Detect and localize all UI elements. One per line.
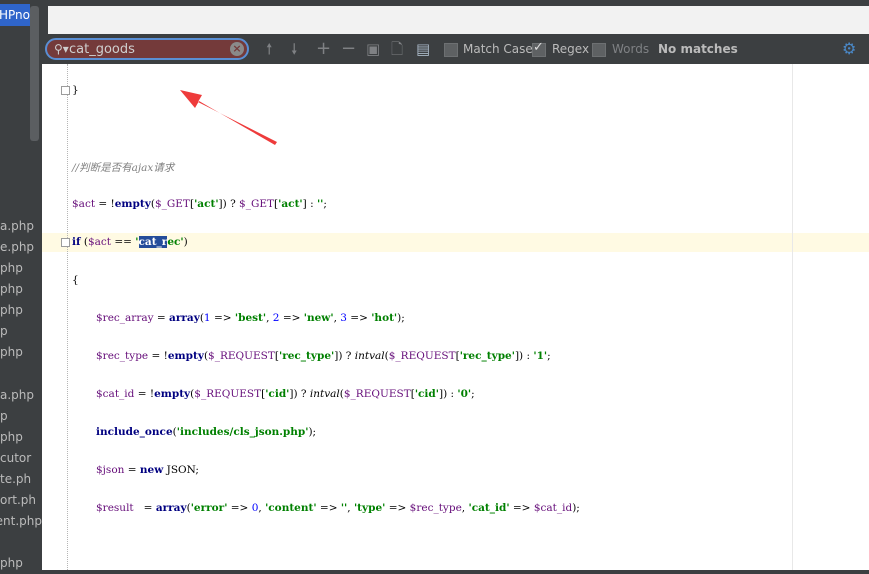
add-icon[interactable]: +	[316, 40, 331, 58]
file-item[interactable]: ent.php	[0, 511, 42, 531]
match-case-checkbox[interactable]	[444, 43, 458, 57]
editor-tab-bar	[42, 0, 869, 34]
words-checkbox[interactable]	[592, 43, 606, 57]
file-item[interactable]: e.php	[0, 237, 42, 257]
fold-marker[interactable]	[61, 238, 70, 247]
code-line: }	[72, 84, 79, 96]
file-item[interactable]: php	[0, 279, 42, 299]
code-line: include_once('includes/cls_json.php');	[96, 426, 317, 438]
right-margin	[792, 64, 793, 574]
file-item[interactable]: php	[0, 427, 42, 447]
search-input[interactable]	[69, 41, 229, 57]
filter-icon[interactable]: ▤	[416, 40, 430, 58]
code-line: $rec_type = !empty($_REQUEST['rec_type']…	[96, 350, 551, 362]
match-case-label[interactable]: Match Case	[463, 42, 533, 56]
find-bar: ⚲▾ × 🠕 🠗 + − ▣ 🗋 ▤ Match Case ✓ Regex Wo…	[42, 34, 869, 64]
file-item[interactable]: php	[0, 342, 42, 362]
regex-label[interactable]: Regex	[552, 42, 589, 56]
arrow-up-icon[interactable]: 🠕	[266, 40, 272, 58]
file-item[interactable]: p	[0, 406, 42, 426]
words-label[interactable]: Words	[612, 42, 649, 56]
checkmark-icon: ✓	[533, 40, 544, 55]
regex-checkbox[interactable]: ✓	[532, 40, 546, 57]
file-item[interactable]: p	[0, 321, 42, 341]
project-sidebar: HPno a.php e.php php php php p php a.php…	[0, 0, 42, 574]
code-line: $result = array('error' => 0, 'content' …	[96, 502, 580, 514]
file-item[interactable]: php	[0, 300, 42, 320]
search-box[interactable]: ⚲▾ ×	[45, 38, 249, 60]
code-line: $rec_array = array(1 => 'best', 2 => 'ne…	[96, 312, 405, 324]
remove-icon[interactable]: −	[341, 40, 356, 58]
code-line: {	[72, 274, 79, 286]
fold-marker[interactable]	[61, 86, 70, 95]
code-editor[interactable]: } //判断是否有ajax请求 $act = !empty($_GET['act…	[42, 64, 869, 574]
file-item[interactable]: php	[0, 553, 42, 573]
search-match: cat_r	[138, 236, 168, 248]
file-item[interactable]: php	[0, 258, 42, 278]
code-line: if ($act == 'cat_rec')	[72, 236, 188, 248]
annotation-arrow-icon	[180, 90, 277, 145]
file-item[interactable]: a.php	[0, 216, 42, 236]
file-item[interactable]: te.ph	[0, 469, 42, 489]
editor-tab-active[interactable]	[48, 6, 869, 34]
search-status: No matches	[658, 42, 738, 56]
file-item[interactable]: a.php	[0, 385, 42, 405]
arrow-down-icon[interactable]: 🠗	[291, 40, 297, 58]
file-item[interactable]: ort.ph	[0, 490, 42, 510]
clear-icon[interactable]: ×	[230, 42, 244, 56]
fold-guide	[67, 64, 68, 574]
status-bar	[42, 570, 869, 574]
file-item[interactable]: cutor	[0, 448, 42, 468]
code-line: //判断是否有ajax请求	[72, 162, 175, 174]
code-line: $cat_id = !empty($_REQUEST['cid']) ? int…	[96, 388, 475, 400]
code-line: $json = new JSON;	[96, 464, 199, 476]
select-all-icon[interactable]: ▣	[366, 40, 380, 58]
project-tab[interactable]: HPno	[0, 4, 30, 26]
search-icon[interactable]: ⚲▾	[54, 42, 69, 56]
sidebar-scrollbar[interactable]	[30, 6, 39, 141]
code-line: $act = !empty($_GET['act']) ? $_GET['act…	[72, 198, 327, 210]
settings-icon[interactable]: ⚙	[842, 40, 856, 58]
export-icon[interactable]: 🗋	[391, 40, 403, 58]
